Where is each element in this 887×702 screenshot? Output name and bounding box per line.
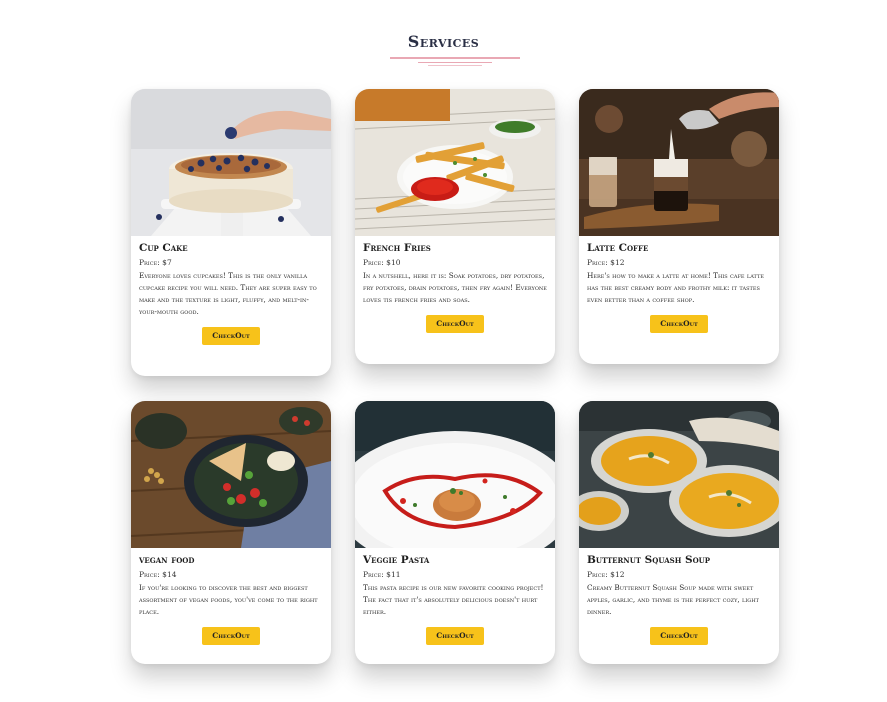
checkout-button[interactable]: CheckOut	[426, 627, 484, 645]
card-price: Price: $10	[363, 258, 401, 267]
service-card-french-fries: French Fries Price: $10 In a nutshell, h…	[355, 89, 555, 364]
service-card-veggie-pasta: Veggie Pasta Price: $11 This pasta recip…	[355, 401, 555, 664]
checkout-button[interactable]: CheckOut	[202, 327, 260, 345]
checkout-button[interactable]: CheckOut	[650, 315, 708, 333]
french-fries-image	[355, 89, 555, 236]
card-description: Everyone loves cupcakes! This is the onl…	[139, 271, 317, 316]
card-price: Price: $7	[139, 258, 172, 267]
section-title: Services	[407, 32, 480, 51]
checkout-button[interactable]: CheckOut	[650, 627, 708, 645]
latte-coffe-image	[579, 89, 779, 236]
card-title: vegan food	[139, 554, 195, 566]
service-card-vegan-food: vegan food Price: $14 If you're looking …	[131, 401, 331, 664]
card-description: This pasta recipe is our new favorite co…	[363, 583, 544, 616]
card-title: Veggie Pasta	[363, 554, 430, 566]
service-card-latte-coffe: Latte Coffe Price: $12 Here's how to mak…	[579, 89, 779, 364]
card-title: French Fries	[363, 242, 431, 254]
vegan-food-image	[131, 401, 331, 548]
card-description: Creamy Butternut Squash Soup made with s…	[587, 583, 759, 616]
card-description: In a nutshell, here it is: Soak potatoes…	[363, 271, 547, 304]
card-description: Here's how to make a latte at home! This…	[587, 271, 764, 304]
service-card-butternut-squash-soup: Butternut Squash Soup Price: $12 Creamy …	[579, 401, 779, 664]
cup-cake-image	[131, 89, 331, 236]
veggie-pasta-image	[355, 401, 555, 548]
checkout-button[interactable]: CheckOut	[202, 627, 260, 645]
butternut-squash-soup-image	[579, 401, 779, 548]
title-underline-decoration	[390, 56, 520, 66]
card-title: Cup Cake	[139, 242, 188, 254]
service-card-cup-cake: Cup Cake Price: $7 Everyone loves cupcak…	[131, 89, 331, 376]
card-description: If you're looking to discover the best a…	[139, 583, 318, 616]
card-price: Price: $12	[587, 258, 625, 267]
card-price: Price: $12	[587, 570, 625, 579]
checkout-button[interactable]: CheckOut	[426, 315, 484, 333]
card-title: Latte Coffe	[587, 242, 649, 254]
card-price: Price: $11	[363, 570, 401, 579]
card-price: Price: $14	[139, 570, 177, 579]
card-title: Butternut Squash Soup	[587, 554, 711, 566]
